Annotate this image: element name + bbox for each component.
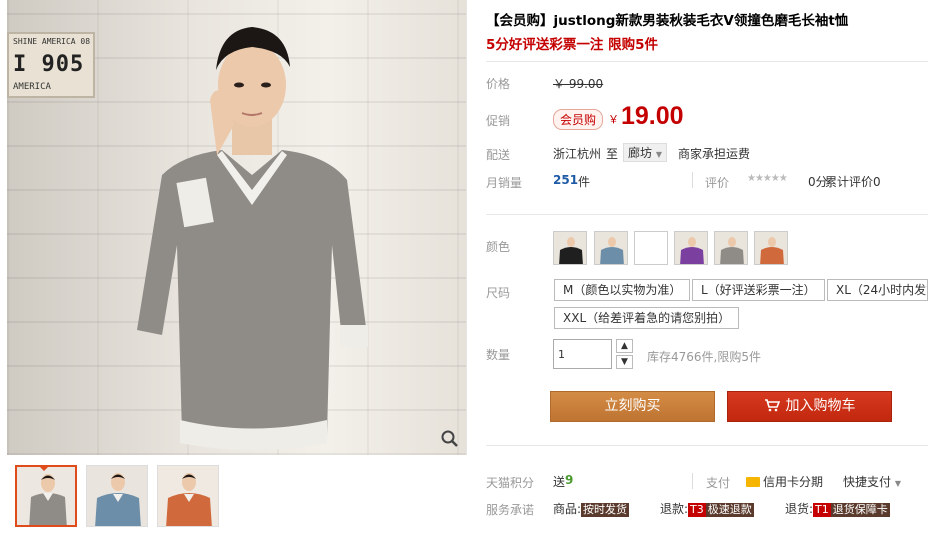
thumbnail-strip [15, 465, 219, 527]
stock-info: 库存4766件,限购5件 [647, 350, 761, 364]
size-option-xl[interactable]: XL（24小时内发货 [827, 279, 928, 301]
thumbnail-grey-image [17, 467, 75, 525]
buy-now-button[interactable]: 立刻购买 [550, 391, 715, 422]
service-refund-tag: 极速退款 [705, 503, 754, 517]
swatch-white[interactable] [634, 231, 668, 265]
shipping-note: 商家承担运费 [678, 147, 751, 161]
points-label: 天猫积分 [486, 476, 535, 490]
promo-label: 促销 [486, 114, 511, 128]
zoom-icon[interactable] [440, 429, 460, 449]
service-refund-label: 退款: [660, 502, 689, 516]
product-title: 【会员购】justlong新款男装秋装毛衣V领撞色磨毛长袖t恤 [486, 13, 849, 29]
swatch-orange[interactable] [754, 231, 788, 265]
swatch-orange-image [755, 232, 787, 264]
add-to-cart-button[interactable]: 加入购物车 [727, 391, 892, 422]
service-item-return: 退货: T1 退货保障卡 [785, 500, 890, 517]
credit-installment[interactable]: 信用卡分期 [746, 473, 823, 490]
thumbnail-blue[interactable] [86, 465, 148, 527]
service-label: 服务承诺 [486, 503, 535, 517]
quantity-input[interactable] [553, 339, 612, 369]
sign-text-bottom: AMERICA [13, 82, 51, 92]
thumbnail-orange-image [158, 466, 218, 526]
service-return-label: 退货: [785, 502, 814, 516]
price-label: 价格 [486, 77, 511, 91]
cart-icon [764, 399, 780, 412]
divider-bottom [486, 445, 928, 446]
credit-card-icon [746, 477, 760, 487]
chevron-down-icon: ▼ [894, 479, 901, 488]
quantity-down-button[interactable]: ▼ [616, 355, 633, 369]
divider-top [486, 61, 928, 62]
review-label: 评价 [705, 176, 730, 190]
thumbnail-blue-image [87, 466, 147, 526]
review-count[interactable]: 累计评价0 [825, 173, 881, 190]
license-plate-sign: SHINE AMERICA 08 I 905 AMERICA [7, 32, 95, 98]
destination-text: 廊坊 [628, 146, 653, 160]
shipping-to-word: 至 [606, 147, 619, 161]
swatch-black-image [554, 232, 586, 264]
service-return-prefix: T1 [813, 503, 831, 517]
sales-unit: 件 [578, 175, 591, 189]
member-badge: 会员购 [553, 109, 604, 130]
service-return-tag: 退货保障卡 [830, 503, 890, 517]
service-refund-prefix: T3 [688, 503, 706, 517]
swatch-black[interactable] [553, 231, 587, 265]
swatch-blue-image [595, 232, 627, 264]
service-goods-label: 商品: [553, 502, 582, 516]
service-goods-tag: 按时发货 [581, 503, 630, 517]
shipping-from: 浙江杭州 [553, 147, 602, 161]
thumbnail-grey[interactable] [15, 465, 77, 527]
pay-label: 支付 [706, 476, 731, 490]
destination-select[interactable]: 廊坊 ▼ [623, 143, 667, 162]
quick-pay-text: 快捷支付 [843, 475, 892, 489]
divider-mid [486, 214, 928, 215]
swatch-grey[interactable] [714, 231, 748, 265]
size-option-l[interactable]: L（好评送彩票一注） [692, 279, 825, 301]
service-item-refund: 退款: T3 极速退款 [660, 500, 754, 517]
sales-divider [692, 172, 693, 188]
points-value: 9 [565, 473, 574, 487]
swatch-purple-image [675, 232, 707, 264]
quantity-up-button[interactable]: ▲ [616, 339, 633, 353]
thumbnail-orange[interactable] [157, 465, 219, 527]
model-figure [137, 27, 368, 450]
rating-stars: ★★★★★ [747, 173, 788, 184]
size-label: 尺码 [486, 286, 511, 300]
original-price: ￥ 99.00 [553, 77, 604, 91]
sales-label: 月销量 [486, 176, 523, 190]
active-thumb-marker [39, 467, 49, 471]
add-to-cart-label: 加入购物车 [785, 398, 856, 414]
sign-text-top: SHINE AMERICA 08 [13, 37, 91, 46]
swatch-blue[interactable] [594, 231, 628, 265]
quantity-label: 数量 [486, 348, 511, 362]
color-label: 颜色 [486, 240, 511, 254]
sales-count: 251 [553, 173, 579, 187]
points-prefix: 送 [553, 475, 566, 489]
promo-badge-wrap: 会员购 [553, 109, 604, 130]
credit-installment-text: 信用卡分期 [763, 475, 824, 489]
points-divider [692, 473, 693, 489]
product-subtitle: 5分好评送彩票一注 限购5件 [486, 37, 658, 53]
promo-currency: ￥ [608, 113, 619, 126]
size-option-xxl[interactable]: XXL（给差评着急的请您别拍） [554, 307, 740, 329]
size-option-m[interactable]: M（颜色以实物为准） [554, 279, 691, 301]
sign-text-main: I 905 [13, 52, 85, 77]
swatch-purple[interactable] [674, 231, 708, 265]
shipping-label: 配送 [486, 148, 511, 162]
chevron-down-icon: ▼ [655, 150, 662, 159]
swatch-grey-image [715, 232, 747, 264]
service-item-goods: 商品: 按时发货 [553, 500, 630, 517]
quick-pay[interactable]: 快捷支付 ▼ [843, 473, 901, 490]
promo-price: 19.00 [621, 102, 684, 130]
main-product-image[interactable]: SHINE AMERICA 08 I 905 AMERICA [7, 0, 467, 455]
